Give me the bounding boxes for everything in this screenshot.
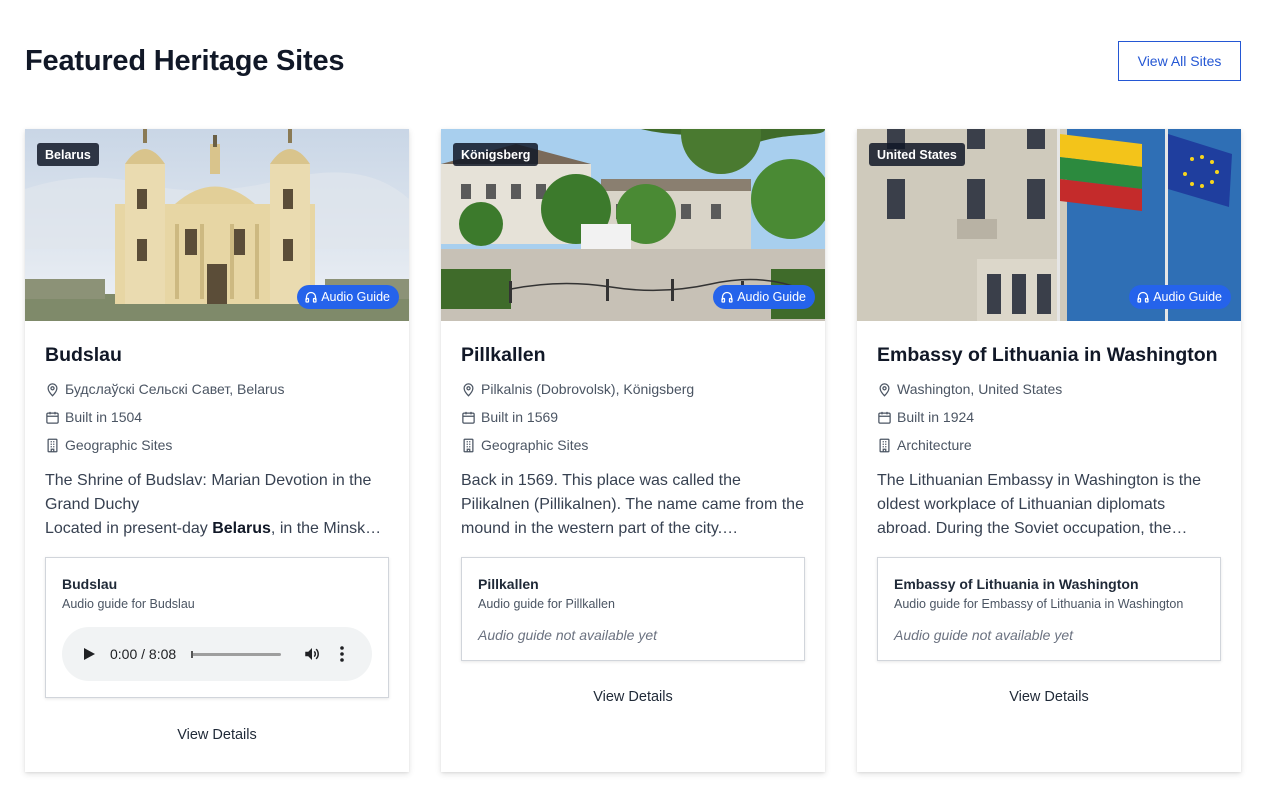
view-details-link[interactable]: View Details: [45, 727, 389, 743]
site-description: The Lithuanian Embassy in Washington is …: [877, 472, 1202, 537]
site-image[interactable]: Belarus Audio Guide: [25, 129, 409, 321]
audio-guide-label: Audio Guide: [321, 290, 390, 304]
country-badge: Königsberg: [453, 143, 539, 166]
country-badge: United States: [869, 143, 965, 166]
description-line: , in the Minsk…: [270, 520, 382, 537]
map-pin-icon: [879, 382, 890, 397]
headphones-icon: [721, 291, 733, 303]
audio-unavailable-text: Audio guide not available yet: [478, 627, 658, 643]
calendar-icon: [46, 411, 59, 424]
location-row: Будслаўскі Сельскі Савет, Belarus: [45, 375, 389, 403]
audio-guide-badge: Audio Guide: [297, 285, 399, 309]
site-description: The Shrine of Budslav: Marian Devotion i…: [45, 469, 389, 541]
audio-guide-title: Pillkallen: [478, 576, 539, 592]
headphones-icon: [305, 291, 317, 303]
category-text: Geographic Sites: [481, 437, 589, 453]
country-badge: Belarus: [37, 143, 99, 166]
audio-guide-subtitle: Audio guide for Pillkallen: [478, 597, 615, 611]
volume-icon[interactable]: [303, 645, 321, 663]
site-title: Pillkallen: [461, 344, 546, 366]
site-image[interactable]: Königsberg Audio Guide: [441, 129, 825, 321]
building-icon: [879, 438, 890, 452]
audio-guide-box: Pillkallen Audio guide for Pillkallen Au…: [461, 557, 805, 661]
site-image[interactable]: United States Audio Guide: [857, 129, 1241, 321]
built-text: Built in 1504: [65, 409, 143, 425]
calendar-icon: [462, 411, 475, 424]
audio-guide-subtitle: Audio guide for Budslau: [62, 597, 195, 611]
map-pin-icon: [463, 382, 474, 397]
map-pin-icon: [47, 382, 58, 397]
site-card-budslau[interactable]: Belarus Audio Guide Budslau Будслаўскі С…: [25, 129, 409, 772]
audio-guide-title: Budslau: [62, 576, 118, 592]
player-time: 0:00 / 8:08: [110, 646, 177, 662]
category-text: Architecture: [897, 437, 972, 453]
more-options-icon[interactable]: [335, 645, 349, 663]
audio-player[interactable]: 0:00 / 8:08: [62, 627, 372, 681]
location-text: Washington, United States: [897, 381, 1063, 397]
audio-guide-box: Budslau Audio guide for Budslau 0:00 / 8…: [45, 557, 389, 698]
built-row: Built in 1504: [45, 403, 389, 431]
category-text: Geographic Sites: [65, 437, 173, 453]
building-icon: [47, 438, 58, 452]
audio-guide-title: Embassy of Lithuania in Washington: [894, 576, 1139, 592]
building-icon: [463, 438, 474, 452]
audio-guide-badge: Audio Guide: [1129, 285, 1231, 309]
built-text: Built in 1569: [481, 409, 559, 425]
audio-guide-box: Embassy of Lithuania in Washington Audio…: [877, 557, 1221, 661]
audio-guide-label: Audio Guide: [1153, 290, 1222, 304]
description-line: Located in present-day: [45, 520, 213, 537]
calendar-icon: [878, 411, 891, 424]
page-header: Featured Heritage Sites View All Sites: [25, 41, 1241, 81]
category-row: Geographic Sites: [461, 431, 805, 459]
location-text: Pilkalnis (Dobrovolsk), Königsberg: [481, 381, 695, 397]
site-title: Embassy of Lithuania in Washington: [877, 344, 1218, 366]
location-row: Washington, United States: [877, 375, 1221, 403]
site-card-pillkallen[interactable]: Königsberg Audio Guide Pillkallen Pilkal…: [441, 129, 825, 772]
site-card-embassy[interactable]: United States Audio Guide Embassy of Lit…: [857, 129, 1241, 772]
location-row: Pilkalnis (Dobrovolsk), Königsberg: [461, 375, 805, 403]
view-details-link[interactable]: View Details: [877, 689, 1221, 705]
description-line: The Shrine of Budslav: Marian Devotion i…: [45, 472, 372, 513]
audio-guide-subtitle: Audio guide for Embassy of Lithuania in …: [894, 597, 1184, 611]
audio-guide-badge: Audio Guide: [713, 285, 815, 309]
description-bold: Belarus: [212, 520, 271, 537]
site-title: Budslau: [45, 344, 122, 366]
view-details-link[interactable]: View Details: [461, 689, 805, 705]
headphones-icon: [1137, 291, 1149, 303]
built-text: Built in 1924: [897, 409, 975, 425]
location-text: Будслаўскі Сельскі Савет, Belarus: [65, 381, 285, 397]
audio-guide-label: Audio Guide: [737, 290, 806, 304]
page-title: Featured Heritage Sites: [25, 45, 345, 77]
audio-unavailable-text: Audio guide not available yet: [894, 627, 1074, 643]
built-row: Built in 1924: [877, 403, 1221, 431]
site-description: Back in 1569. This place was called the …: [461, 472, 804, 537]
built-row: Built in 1569: [461, 403, 805, 431]
play-icon[interactable]: [82, 647, 96, 661]
category-row: Architecture: [877, 431, 1221, 459]
view-all-sites-button[interactable]: View All Sites: [1118, 41, 1241, 81]
player-progress-bar[interactable]: [191, 650, 281, 658]
category-row: Geographic Sites: [45, 431, 389, 459]
